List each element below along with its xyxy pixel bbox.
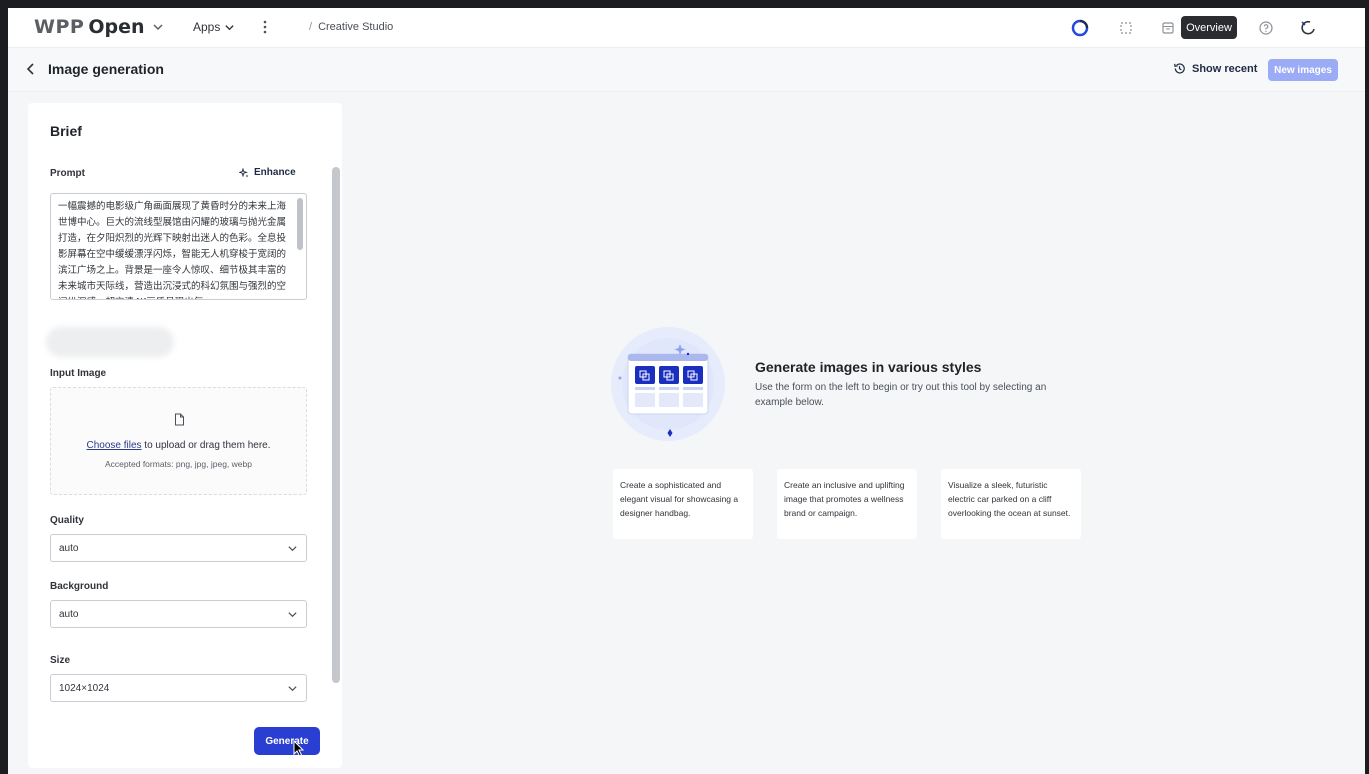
accepted-formats-text: Accepted formats: png, jpg, jpeg, webp (105, 459, 252, 469)
generate-button[interactable]: Generate (254, 727, 320, 755)
empty-state-subtext: Use the form on the left to begin or try… (755, 382, 1047, 408)
choose-files-link[interactable]: Choose files (86, 440, 141, 451)
size-value: 1024×1024 (59, 682, 110, 694)
input-image-label: Input Image (50, 368, 107, 379)
brief-heading: Brief (50, 123, 82, 139)
upload-text: to upload or drag them here. (141, 440, 271, 451)
enhance-button[interactable]: Enhance (239, 167, 296, 178)
calendar-icon[interactable] (1159, 19, 1177, 37)
example-card-wellness[interactable]: Create an inclusive and uplifting image … (777, 469, 917, 539)
new-images-button[interactable]: New images (1268, 59, 1338, 81)
breadcrumb-creative-studio[interactable]: Creative Studio (318, 21, 393, 33)
screen-capture-icon[interactable] (1117, 19, 1135, 37)
brief-panel: Brief Prompt Enhance 一幅震撼的电影级广角画面展现了黄昏时分… (28, 103, 342, 768)
file-drop-zone[interactable]: Choose files to upload or drag them here… (50, 387, 307, 495)
enhance-label: Enhance (254, 167, 296, 178)
image-gallery-illustration (611, 327, 725, 441)
file-icon (175, 413, 184, 426)
history-icon (1174, 63, 1185, 74)
overview-tooltip: Overview (1181, 16, 1237, 39)
chevron-down-icon (225, 24, 235, 30)
top-navigation-bar: WPP Open Apps / Creative Studio Overview (8, 8, 1365, 48)
empty-state-heading: Generate images in various styles (755, 359, 982, 375)
brief-scrollbar[interactable] (332, 167, 340, 683)
blurred-element (46, 327, 174, 357)
show-recent-label: Show recent (1192, 62, 1258, 75)
prompt-textarea[interactable]: 一幅震撼的电影级广角画面展现了黄昏时分的未来上海世博中心。巨大的流线型展馆由闪耀… (50, 193, 307, 300)
background-value: auto (59, 608, 79, 620)
breadcrumb: / Creative Studio (309, 21, 393, 33)
size-select[interactable]: 1024×1024 (50, 674, 307, 702)
prompt-label: Prompt (50, 168, 85, 179)
apps-label: Apps (193, 20, 221, 34)
apps-menu-button[interactable]: Apps (193, 20, 235, 34)
example-card-handbag[interactable]: Create a sophisticated and elegant visua… (613, 469, 753, 539)
loading-spinner-icon (1071, 19, 1089, 37)
breadcrumb-separator: / (309, 21, 313, 33)
prompt-scrollbar[interactable] (297, 198, 303, 250)
help-icon[interactable] (1257, 19, 1275, 37)
chevron-down-icon (288, 611, 297, 617)
example-card-electric-car[interactable]: Visualize a sleek, futuristic electric c… (941, 469, 1081, 539)
size-label: Size (50, 655, 71, 666)
back-arrow-icon[interactable] (24, 62, 38, 76)
results-area (354, 92, 1365, 774)
page-header: Image generation Show recent New images (8, 48, 1365, 92)
logo-open-text: Open (88, 16, 145, 38)
quality-value: auto (59, 542, 79, 554)
background-select[interactable]: auto (50, 600, 307, 628)
prompt-text: 一幅震撼的电影级广角画面展现了黄昏时分的未来上海世博中心。巨大的流线型展馆由闪耀… (58, 201, 287, 299)
background-label: Background (50, 581, 109, 592)
page-title: Image generation (48, 61, 164, 77)
wpp-open-logo[interactable]: WPP Open (34, 16, 164, 38)
more-options-icon[interactable] (262, 19, 268, 35)
logo-wpp-text: WPP (34, 16, 85, 38)
chevron-down-icon (288, 545, 297, 551)
chevron-down-icon (153, 24, 164, 31)
app-window: WPP Open Apps / Creative Studio Overview … (8, 8, 1365, 774)
sparkle-icon (239, 167, 249, 177)
quality-label: Quality (50, 515, 84, 526)
show-recent-button[interactable]: Show recent (1173, 62, 1257, 75)
chevron-down-icon (288, 685, 297, 691)
quality-select[interactable]: auto (50, 534, 307, 562)
mouse-cursor-icon (293, 740, 305, 757)
upload-instructions: Choose files to upload or drag them here… (51, 440, 306, 451)
user-avatar-icon[interactable] (1298, 19, 1316, 37)
